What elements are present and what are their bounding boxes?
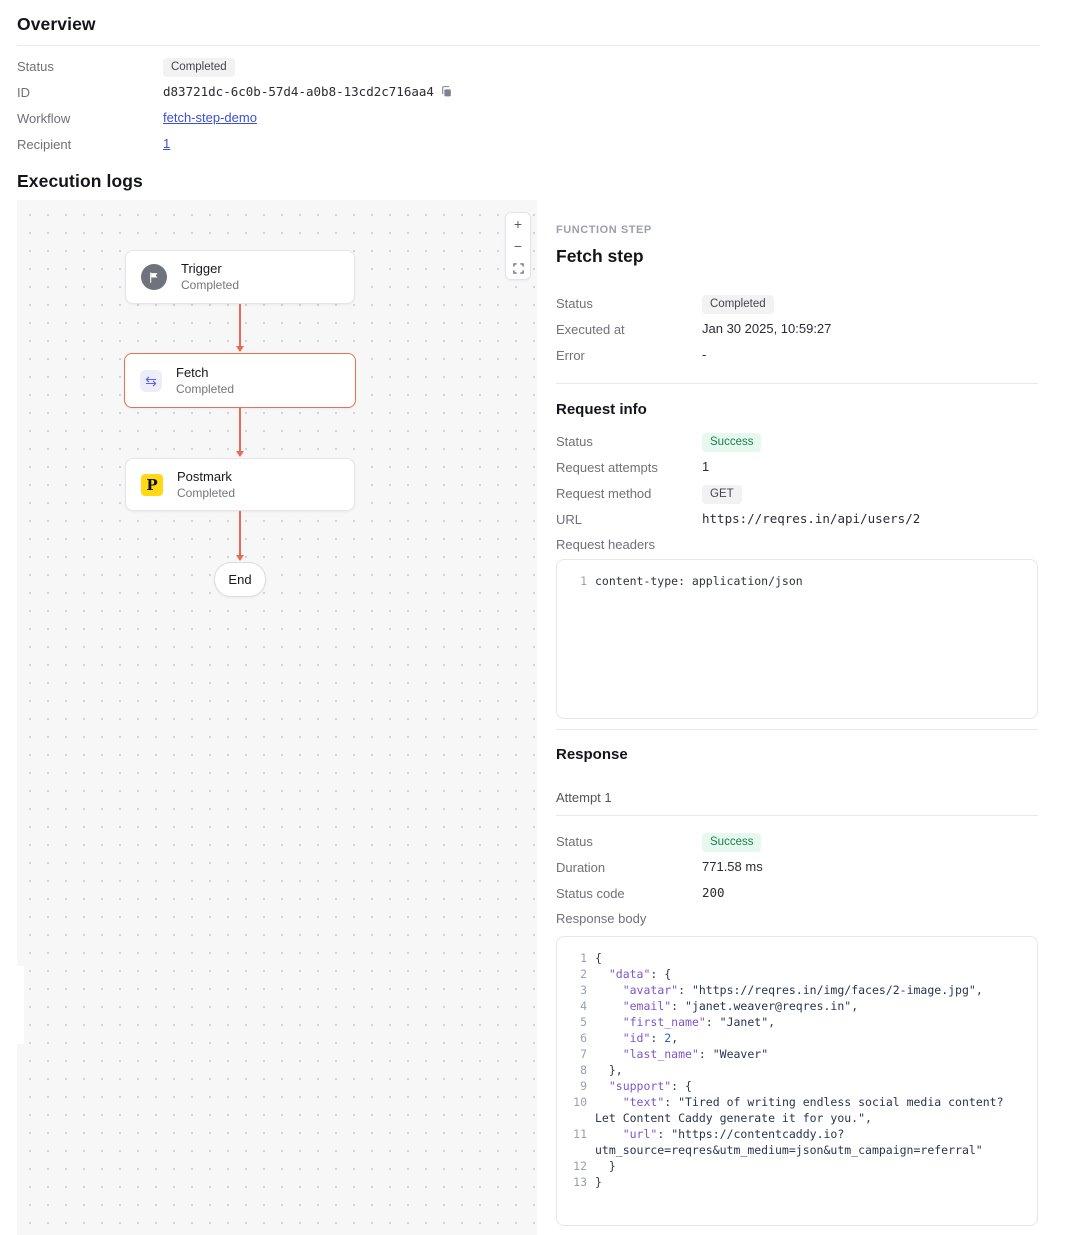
node-status: Completed (177, 486, 235, 501)
step-type-kicker: FUNCTION STEP (556, 224, 1038, 236)
node-end[interactable]: End (214, 562, 266, 597)
node-fetch[interactable]: ⇆ Fetch Completed (124, 353, 356, 408)
execution-logs-title: Execution logs (17, 171, 143, 192)
request-headers-code[interactable]: 1content-type: application/json (556, 559, 1038, 719)
status-code-row: Status code 200 (556, 885, 1038, 911)
code-line: 12 } (565, 1158, 1023, 1174)
execution-detail-page: Overview Status Completed ID d83721dc-6c… (0, 0, 1075, 1235)
step-detail-panel: FUNCTION STEP Fetch step Status Complete… (556, 200, 1038, 1226)
code-line: 3 "avatar": "https://reqres.in/img/faces… (565, 982, 1023, 998)
response-body-label: Response body (556, 911, 1038, 933)
duration-value: 771.58 ms (702, 859, 763, 874)
code-line: 11 "url": "https://contentcaddy.io?utm_s… (565, 1126, 1023, 1158)
code-line: 1{ (565, 950, 1023, 966)
request-attempts-label: Request attempts (556, 459, 702, 475)
overview-workflow-row: Workflow fetch-step-demo (17, 110, 1040, 136)
duration-label: Duration (556, 859, 702, 875)
executed-at-value: Jan 30 2025, 10:59:27 (702, 321, 831, 336)
zoom-in-button[interactable]: + (506, 213, 530, 235)
workflow-canvas[interactable]: + − Trigger Completed ⇆ Fetch Completed … (17, 200, 537, 1235)
fit-view-button[interactable] (506, 257, 530, 279)
canvas-edge-artifact (17, 966, 24, 1044)
overview-divider (17, 45, 1040, 46)
code-line: 2 "data": { (565, 966, 1023, 982)
node-status: Completed (176, 382, 234, 397)
fullscreen-icon (513, 263, 524, 274)
response-status-badge: Success (702, 833, 761, 852)
detail-divider-2 (556, 729, 1038, 730)
request-url-row: URL https://reqres.in/api/users/2 (556, 511, 1038, 537)
code-line: 13} (565, 1174, 1023, 1190)
request-status-row: Status Success (556, 433, 1038, 459)
edge-fetch-postmark (239, 408, 241, 456)
executed-at-label: Executed at (556, 321, 702, 337)
request-method-row: Request method GET (556, 485, 1038, 511)
workflow-link[interactable]: fetch-step-demo (163, 110, 257, 125)
request-headers-label: Request headers (556, 537, 1038, 559)
node-trigger[interactable]: Trigger Completed (125, 250, 355, 304)
response-body-code[interactable]: 1{2 "data": {3 "avatar": "https://reqres… (556, 936, 1038, 1226)
canvas-zoom-controls: + − (505, 212, 531, 280)
step-title: Fetch step (556, 246, 1038, 267)
node-title: Postmark (177, 469, 235, 485)
code-line: 7 "last_name": "Weaver" (565, 1046, 1023, 1062)
status-label: Status (17, 58, 163, 74)
status-code-label: Status code (556, 885, 702, 901)
response-status-row: Status Success (556, 833, 1038, 859)
transaction-id-value: d83721dc-6c0b-57d4-a0b8-13cd2c716aa4 (163, 84, 453, 101)
overview-status-row: Status Completed (17, 58, 1040, 84)
request-attempts-row: Request attempts 1 (556, 459, 1038, 485)
node-status: Completed (181, 278, 239, 293)
step-status-label: Status (556, 295, 702, 311)
recipient-link[interactable]: 1 (163, 136, 170, 151)
id-label: ID (17, 84, 163, 100)
zoom-out-button[interactable]: − (506, 235, 530, 257)
request-status-label: Status (556, 433, 702, 449)
request-info-title: Request info (556, 401, 1038, 418)
code-line: 10 "text": "Tired of writing endless soc… (565, 1094, 1023, 1126)
overview-id-row: ID d83721dc-6c0b-57d4-a0b8-13cd2c716aa4 (17, 84, 1040, 110)
fetch-swap-icon: ⇆ (140, 370, 162, 392)
code-line: 6 "id": 2, (565, 1030, 1023, 1046)
code-line: 4 "email": "janet.weaver@reqres.in", (565, 998, 1023, 1014)
overview-recipient-row: Recipient 1 (17, 136, 1040, 162)
copy-icon[interactable] (440, 85, 453, 101)
error-label: Error (556, 347, 702, 363)
overview-title: Overview (17, 14, 1040, 35)
edge-postmark-end (239, 511, 241, 560)
request-method-badge: GET (702, 485, 742, 504)
trigger-flag-icon (141, 264, 167, 290)
code-line: 5 "first_name": "Janet", (565, 1014, 1023, 1030)
postmark-icon: P (141, 474, 163, 496)
executed-at-row: Executed at Jan 30 2025, 10:59:27 (556, 321, 1038, 347)
code-line: 8 }, (565, 1062, 1023, 1078)
request-attempts-value: 1 (702, 459, 709, 474)
edge-trigger-fetch (239, 304, 241, 351)
code-line: 9 "support": { (565, 1078, 1023, 1094)
workflow-label: Workflow (17, 110, 163, 126)
code-line: 1content-type: application/json (565, 573, 1023, 589)
error-value: - (702, 347, 706, 362)
node-title: Fetch (176, 365, 234, 381)
node-title: Trigger (181, 261, 239, 277)
recipient-label: Recipient (17, 136, 163, 152)
request-url-label: URL (556, 511, 702, 527)
overview-section: Overview Status Completed ID d83721dc-6c… (17, 0, 1040, 162)
request-url-value: https://reqres.in/api/users/2 (702, 511, 920, 526)
step-status-badge: Completed (702, 295, 774, 314)
status-badge: Completed (163, 58, 235, 77)
request-status-badge: Success (702, 433, 761, 452)
response-title: Response (556, 746, 1038, 763)
duration-row: Duration 771.58 ms (556, 859, 1038, 885)
error-row: Error - (556, 347, 1038, 373)
response-status-label: Status (556, 833, 702, 849)
status-code-value: 200 (702, 885, 725, 900)
attempt-label: Attempt 1 (556, 790, 1038, 805)
attempt-divider (556, 815, 1038, 816)
node-postmark[interactable]: P Postmark Completed (125, 458, 355, 511)
step-status-row: Status Completed (556, 295, 1038, 321)
request-method-label: Request method (556, 485, 702, 501)
detail-divider-1 (556, 383, 1038, 384)
